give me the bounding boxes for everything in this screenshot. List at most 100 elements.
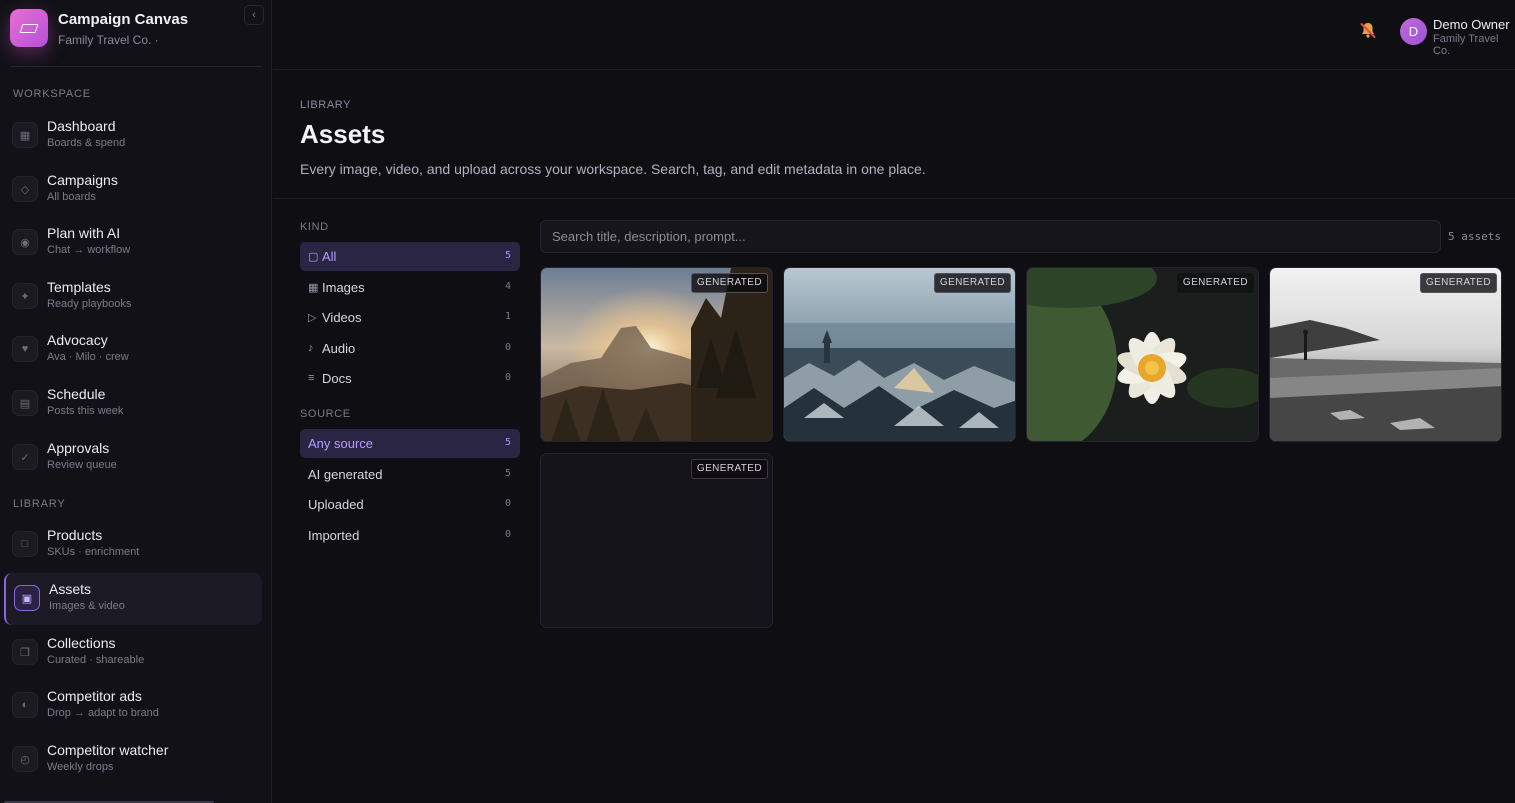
app-name: Campaign Canvas (58, 11, 189, 28)
asset-thumbnail-foggy-beach-bw (1270, 268, 1501, 441)
filter-source-imported[interactable]: Imported 0 (300, 521, 520, 550)
image-grid-icon: ▦ (308, 282, 319, 294)
sidebar-item-competitor-ads[interactable]: ◐ Competitor ads Drop → adapt to brand (4, 680, 262, 732)
square-icon: ▢ (308, 251, 319, 263)
sidebar-item-plan-with-ai[interactable]: ◉ Plan with AI Chat → workflow (4, 217, 262, 269)
sidebar-item-title: Advocacy (47, 332, 108, 348)
generated-badge: GENERATED (690, 459, 768, 479)
asset-card[interactable]: GENERATED (1269, 267, 1502, 442)
filter-count: 4 (504, 281, 511, 292)
generated-badge: GENERATED (690, 273, 768, 293)
filter-kind-images[interactable]: ▦ Images 4 (300, 273, 520, 302)
generated-badge: GENERATED (933, 273, 1011, 293)
check-icon: ✓ (12, 444, 38, 470)
filter-kind-all[interactable]: ▢ All 5 (300, 242, 520, 271)
user-name[interactable]: Demo Owner (1433, 17, 1510, 32)
notifications-muted-bell-icon[interactable] (1358, 20, 1378, 40)
sidebar: Campaign Canvas Family Travel Co. · ‹ WO… (0, 0, 272, 803)
filter-count: 0 (504, 529, 511, 540)
sidebar-item-advocacy[interactable]: ♥ Advocacy Ava · Milo · crew (4, 324, 262, 376)
filter-name: Imported (308, 528, 360, 543)
filter-source-any[interactable]: Any source 5 (300, 429, 520, 458)
sidebar-item-subtitle: SKUs · enrichment (47, 546, 140, 558)
filter-count: 0 (504, 498, 511, 509)
generated-badge: GENERATED (1176, 273, 1254, 293)
filter-source-uploaded[interactable]: Uploaded 0 (300, 490, 520, 519)
asset-card[interactable]: GENERATED (540, 267, 773, 442)
grid-icon: ▦ (12, 122, 38, 148)
diamond-icon: ◇ (12, 176, 38, 202)
star-icon: ✦ (12, 283, 38, 309)
document-lines-icon: ≡ (308, 372, 315, 384)
clock-icon: ◴ (12, 746, 38, 772)
filter-name: Audio (322, 341, 356, 356)
sidebar-item-campaigns[interactable]: ◇ Campaigns All boards (4, 164, 262, 216)
play-icon: ▷ (308, 312, 317, 324)
stack-icon: ❐ (12, 639, 38, 665)
asset-thumbnail-mountain-sunset (541, 268, 772, 441)
filter-kind-videos[interactable]: ▷ Videos 1 (300, 303, 520, 332)
filter-count: 5 (504, 468, 511, 479)
image-icon: ▣ (14, 585, 40, 611)
filter-count: 0 (504, 342, 511, 353)
filter-name: Images (322, 280, 365, 295)
asset-card[interactable]: GENERATED (1026, 267, 1259, 442)
sidebar-item-title: Schedule (47, 386, 106, 402)
filter-count: 1 (504, 311, 511, 322)
topbar: D Demo Owner Family Travel Co. (273, 0, 1515, 70)
sidebar-item-title: Approvals (47, 440, 110, 456)
kind-filter-label: KIND (300, 221, 329, 233)
asset-search-input[interactable] (540, 220, 1441, 253)
sidebar-item-products[interactable]: □ Products SKUs · enrichment (4, 519, 262, 571)
user-avatar[interactable]: D (1400, 18, 1427, 45)
sidebar-item-subtitle: Posts this week (47, 405, 124, 417)
sidebar-item-schedule[interactable]: ▤ Schedule Posts this week (4, 378, 262, 430)
sidebar-item-competitor-watcher[interactable]: ◴ Competitor watcher Weekly drops (4, 734, 262, 786)
sidebar-item-subtitle: Chat → workflow (47, 244, 131, 256)
brand-header: Campaign Canvas Family Travel Co. · ‹ (10, 5, 264, 67)
app-logo-icon (10, 9, 48, 47)
filter-source-ai-generated[interactable]: AI generated 5 (300, 460, 520, 489)
filter-kind-docs[interactable]: ≡ Docs 0 (300, 364, 520, 393)
filter-kind-audio[interactable]: ♪ Audio 0 (300, 334, 520, 363)
filter-name: Uploaded (308, 497, 364, 512)
sidebar-item-title: Dashboard (47, 118, 116, 134)
asset-count: 5 assets (1448, 230, 1501, 243)
filter-name: Any source (308, 436, 374, 451)
sidebar-item-subtitle: Curated · shareable (47, 654, 145, 666)
sidebar-item-subtitle: Review queue (47, 459, 117, 471)
user-org: Family Travel Co. (1433, 33, 1499, 57)
page-description: Every image, video, and upload across yo… (300, 161, 926, 177)
sidebar-item-title: Campaigns (47, 172, 118, 188)
sidebar-item-dashboard[interactable]: ▦ Dashboard Boards & spend (4, 110, 262, 162)
heart-icon: ♥ (12, 336, 38, 362)
asset-card[interactable]: GENERATED (540, 453, 773, 628)
sidebar-item-subtitle: All boards (47, 191, 96, 203)
filter-count: 5 (504, 437, 511, 448)
sidebar-item-templates[interactable]: ✦ Templates Ready playbooks (4, 271, 262, 323)
sidebar-item-title: Templates (47, 279, 111, 295)
sidebar-item-collections[interactable]: ❐ Collections Curated · shareable (4, 627, 262, 679)
asset-card[interactable]: GENERATED (783, 267, 1016, 442)
sidebar-item-subtitle: Weekly drops (47, 761, 114, 773)
collapse-sidebar-button[interactable]: ‹ (244, 5, 264, 25)
filter-count: 5 (504, 250, 511, 261)
sidebar-item-assets[interactable]: ▣ Assets Images & video (4, 573, 262, 625)
half-circle-icon: ◐ (12, 692, 38, 718)
sidebar-item-subtitle: Ready playbooks (47, 298, 132, 310)
asset-thumbnail-water-lily (1027, 268, 1258, 441)
filter-name: AI generated (308, 467, 383, 482)
source-filter-label: SOURCE (300, 408, 351, 420)
sidebar-item-approvals[interactable]: ✓ Approvals Review queue (4, 432, 262, 484)
sidebar-item-subtitle: Ava · Milo · crew (47, 351, 129, 363)
breadcrumb: LIBRARY (300, 99, 352, 111)
workspace-section-label: WORKSPACE (13, 88, 91, 100)
sparkle-dot-icon: ◉ (12, 229, 38, 255)
box-icon: □ (12, 531, 38, 557)
filter-name: Docs (322, 371, 352, 386)
calendar-icon: ▤ (12, 390, 38, 416)
music-note-icon: ♪ (308, 342, 314, 354)
sidebar-item-title: Collections (47, 635, 116, 651)
workspace-org[interactable]: Family Travel Co. · (58, 33, 159, 47)
sidebar-item-subtitle: Boards & spend (47, 137, 126, 149)
